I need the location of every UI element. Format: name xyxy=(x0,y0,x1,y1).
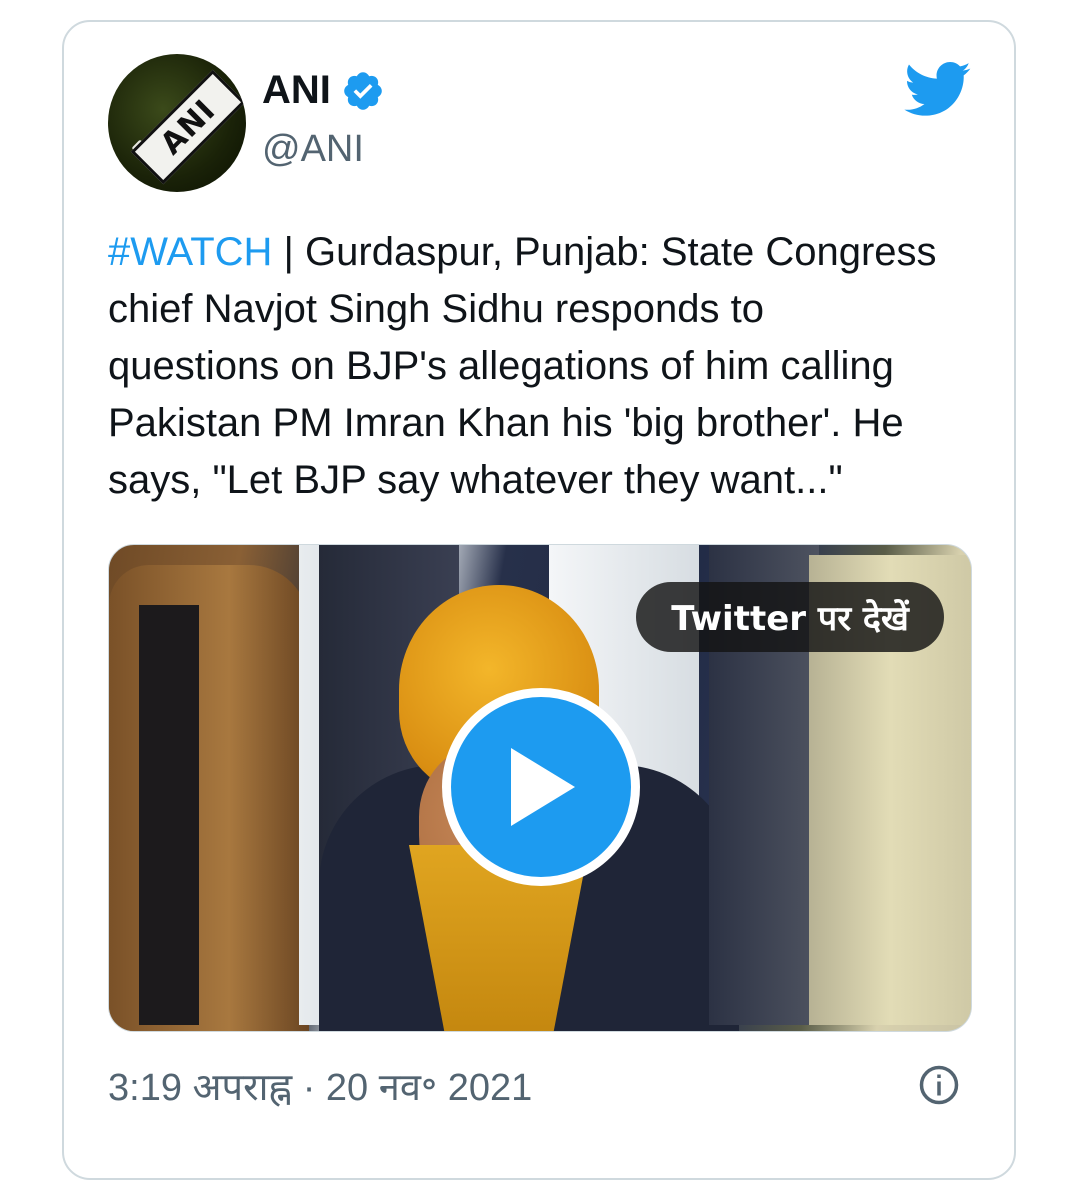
thumbnail-figure-left-inner xyxy=(139,605,199,1025)
author-handle[interactable]: @ANI xyxy=(262,128,364,171)
twitter-bird-icon[interactable] xyxy=(904,62,972,118)
tweet-timestamp[interactable]: 3:19 अपराह्न · 20 नव॰ 2021 xyxy=(108,1060,532,1112)
watch-on-twitter-button[interactable]: Twitter पर देखें xyxy=(636,582,944,652)
tweet-text: #WATCH | Gurdaspur, Punjab: State Congre… xyxy=(108,224,988,509)
author-name-row[interactable]: ANI xyxy=(262,68,385,113)
hashtag-link[interactable]: #WATCH xyxy=(108,230,272,274)
author-avatar[interactable]: ANI xyxy=(108,54,246,192)
play-button[interactable] xyxy=(442,688,640,886)
author-name[interactable]: ANI xyxy=(262,68,331,113)
info-icon[interactable] xyxy=(918,1064,960,1106)
verified-badge-icon xyxy=(344,71,382,110)
avatar-logo: ANI xyxy=(130,69,246,185)
play-icon xyxy=(511,748,575,826)
